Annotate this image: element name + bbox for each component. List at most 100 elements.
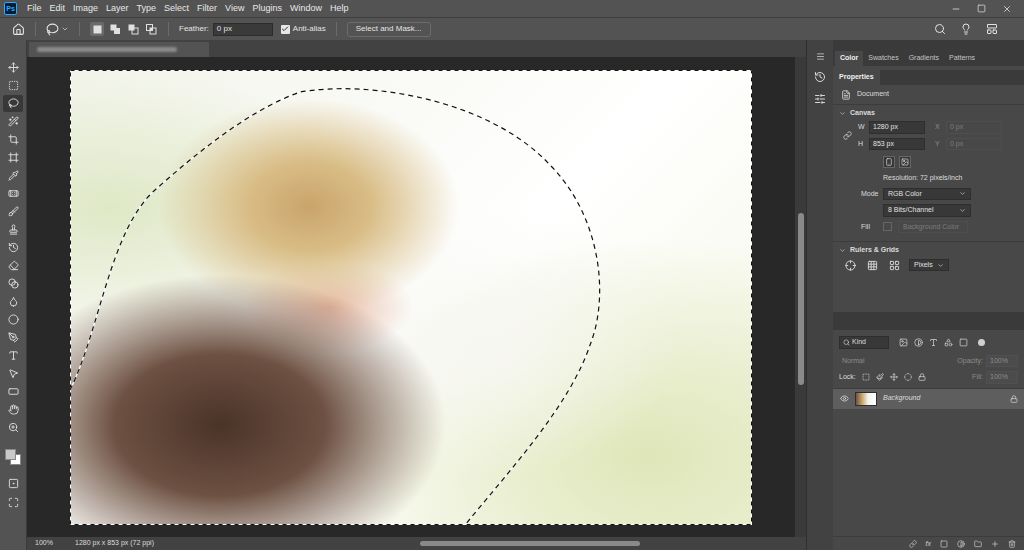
tool-button[interactable] — [3, 347, 23, 364]
new-group-icon[interactable] — [974, 540, 982, 548]
document-tab[interactable] — [29, 42, 209, 57]
vertical-scrollbar[interactable] — [795, 57, 806, 537]
landscape-button[interactable] — [899, 156, 911, 168]
grid-button[interactable] — [865, 258, 879, 272]
document-info[interactable]: 1280 px x 853 px (72 ppi) — [67, 538, 154, 549]
filter-pixel-icon[interactable] — [899, 338, 908, 347]
panel-tab[interactable]: Color — [835, 51, 863, 66]
dropdown[interactable]: Pixels — [909, 259, 949, 272]
filter-type-icon[interactable] — [929, 338, 938, 347]
tool-button[interactable] — [3, 167, 23, 184]
tool-button[interactable] — [3, 77, 23, 94]
layer-row[interactable]: Background — [833, 389, 1024, 409]
visibility-icon[interactable] — [840, 394, 849, 403]
filter-shape-icon[interactable] — [944, 338, 953, 347]
tool-button[interactable] — [3, 185, 23, 202]
link-dimensions-icon[interactable] — [843, 131, 852, 140]
lock-artboard-icon[interactable] — [904, 373, 912, 381]
search-icon[interactable] — [934, 23, 946, 35]
canvas-section-header[interactable]: Canvas — [833, 105, 1024, 121]
quick-mask-icon[interactable] — [8, 478, 19, 489]
layer-lock-icon[interactable] — [1010, 395, 1018, 403]
menu-item[interactable]: Type — [133, 4, 161, 13]
layer-name[interactable]: Background — [883, 393, 1004, 404]
document-image[interactable] — [70, 70, 752, 525]
tool-button[interactable] — [3, 383, 23, 400]
filter-smart-object-icon[interactable] — [959, 338, 968, 347]
new-layer-icon[interactable] — [991, 540, 999, 548]
menu-item[interactable]: Filter — [193, 4, 221, 13]
minimize-icon[interactable] — [951, 4, 961, 14]
history-panel-icon[interactable] — [814, 71, 826, 83]
discover-icon[interactable] — [960, 23, 972, 35]
tool-button[interactable] — [3, 59, 23, 76]
panel-tab[interactable]: Swatches — [863, 51, 903, 66]
adjustments-panel-icon[interactable] — [814, 93, 826, 105]
tool-button[interactable] — [3, 293, 23, 310]
selection-mode-button[interactable] — [126, 22, 140, 36]
panel-tab[interactable]: Properties — [833, 70, 880, 85]
tool-button[interactable] — [3, 95, 23, 112]
tool-preset-chevron-icon[interactable] — [61, 25, 69, 33]
layer-style-button[interactable]: fx — [926, 540, 931, 547]
lock-transparency-icon[interactable] — [862, 373, 870, 381]
filter-toggle[interactable] — [978, 339, 985, 346]
selection-mode-button[interactable] — [144, 22, 158, 36]
adjustment-layer-icon[interactable] — [957, 540, 965, 548]
menu-item[interactable]: File — [23, 4, 46, 13]
add-mask-icon[interactable] — [940, 540, 948, 548]
layer-filter[interactable]: Kind — [839, 336, 889, 349]
filter-adjustment-icon[interactable] — [914, 338, 923, 347]
zoom-level[interactable]: 100% — [27, 538, 67, 549]
menu-item[interactable]: Plugins — [248, 4, 286, 13]
tool-button[interactable] — [3, 221, 23, 238]
screen-mode-icon[interactable] — [8, 497, 19, 508]
rulers-section-header[interactable]: Rulers & Grids — [833, 242, 1024, 258]
menu-item[interactable]: Layer — [102, 4, 133, 13]
menu-item[interactable]: Select — [160, 4, 193, 13]
tool-button[interactable] — [3, 239, 23, 256]
tool-button[interactable] — [3, 113, 23, 130]
foreground-color-swatch[interactable] — [5, 449, 16, 460]
workspace-icon[interactable] — [986, 23, 998, 35]
panel-menu-icon[interactable] — [816, 52, 825, 61]
home-icon[interactable] — [12, 23, 25, 36]
link-layers-icon[interactable] — [909, 540, 917, 548]
menu-item[interactable]: Edit — [46, 4, 70, 13]
horizontal-scrollbar[interactable] — [274, 540, 674, 547]
menu-item[interactable]: Image — [69, 4, 102, 13]
panel-tab[interactable]: Patterns — [944, 51, 980, 66]
tool-button[interactable] — [3, 311, 23, 328]
menu-item[interactable]: Window — [286, 4, 326, 13]
tool-button[interactable] — [3, 131, 23, 148]
scroll-thumb[interactable] — [420, 541, 640, 546]
tool-button[interactable] — [3, 365, 23, 382]
panel-tab[interactable]: Gradients — [904, 51, 944, 66]
dropdown[interactable]: 8 Bits/Channel — [883, 204, 971, 217]
field-input[interactable]: 1280 px — [869, 121, 925, 134]
portrait-button[interactable] — [883, 156, 895, 168]
selection-mode-button[interactable] — [90, 22, 104, 36]
tool-button[interactable] — [3, 401, 23, 418]
scroll-thumb[interactable] — [798, 213, 804, 385]
tool-button[interactable] — [3, 203, 23, 220]
menu-item[interactable]: View — [221, 4, 248, 13]
close-icon[interactable] — [1002, 4, 1012, 14]
tool-button[interactable] — [3, 275, 23, 292]
lock-pixels-icon[interactable] — [876, 373, 884, 381]
select-and-mask-button[interactable]: Select and Mask... — [347, 22, 431, 37]
guides-button[interactable] — [887, 258, 901, 272]
delete-layer-icon[interactable] — [1008, 540, 1016, 548]
dropdown[interactable]: RGB Color — [883, 188, 971, 201]
lock-all-icon[interactable] — [918, 373, 926, 381]
tool-button[interactable] — [3, 257, 23, 274]
anti-alias-checkbox[interactable] — [281, 25, 290, 34]
current-tool-icon[interactable] — [46, 23, 59, 36]
tool-button[interactable] — [3, 419, 23, 436]
feather-input[interactable]: 0 px — [213, 23, 273, 36]
tool-button[interactable] — [3, 329, 23, 346]
menu-item[interactable]: Help — [326, 4, 353, 13]
lock-position-icon[interactable] — [890, 373, 898, 381]
rulers-button[interactable] — [843, 258, 857, 272]
tool-button[interactable] — [3, 149, 23, 166]
